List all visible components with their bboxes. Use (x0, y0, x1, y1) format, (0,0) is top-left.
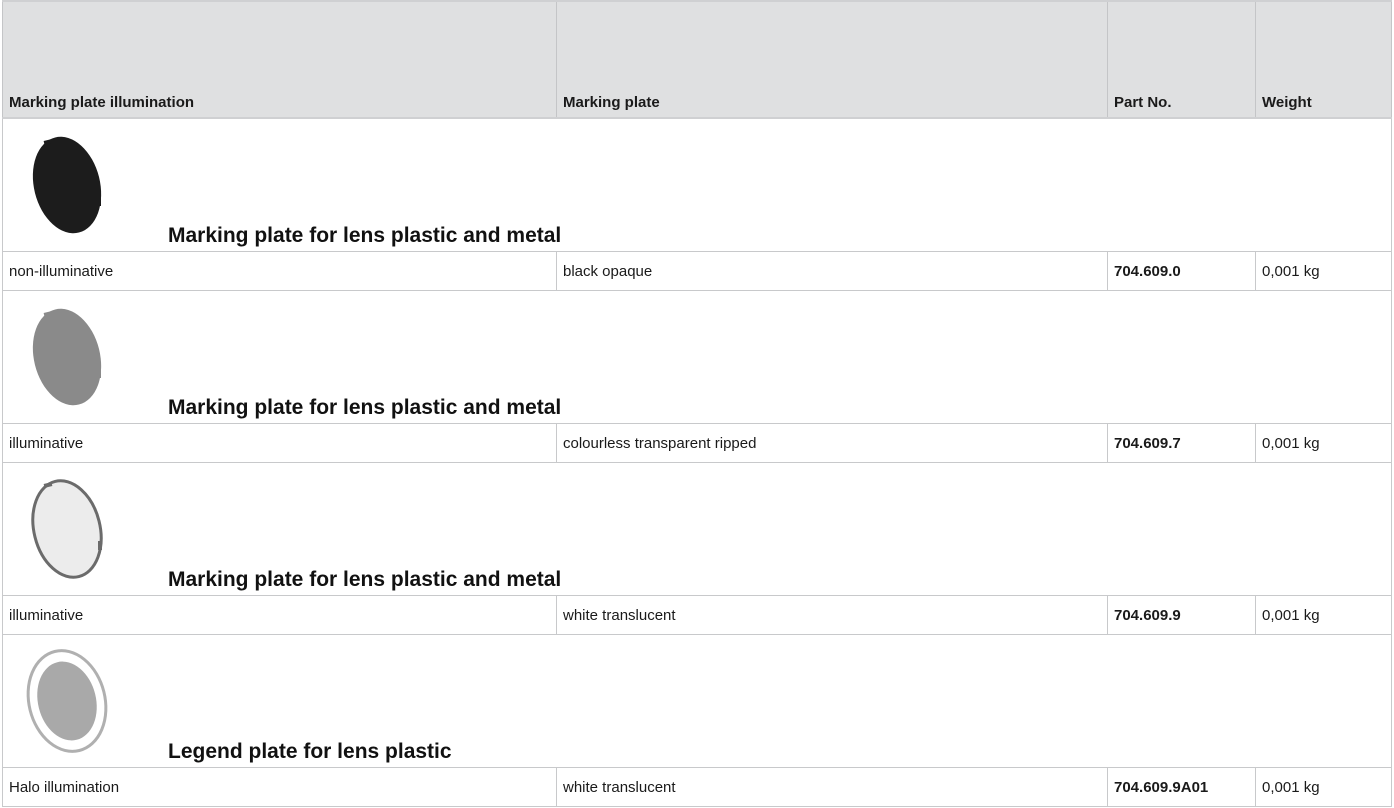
header-marking-plate: Marking plate (557, 2, 1108, 117)
table-row: Halo illumination white translucent 704.… (2, 768, 1392, 807)
cell-illumination: illuminative (2, 424, 557, 462)
cell-illumination: Halo illumination (2, 768, 557, 806)
cell-part-no: 704.609.0 (1108, 252, 1256, 290)
product-table: Marking plate illumination Marking plate… (2, 0, 1392, 807)
cell-marking-plate: colourless transparent ripped (557, 424, 1108, 462)
product-title: Marking plate for lens plastic and metal (168, 396, 562, 419)
halo-legend-plate-icon (26, 649, 108, 753)
grey-ripped-plate-icon (32, 308, 102, 406)
cell-weight: 0,001 kg (1256, 424, 1392, 462)
product-title: Marking plate for lens plastic and metal (168, 224, 562, 247)
table-row: illuminative white translucent 704.609.9… (2, 596, 1392, 635)
cell-part-no: 704.609.9A01 (1108, 768, 1256, 806)
product-section: Legend plate for lens plastic (2, 635, 1392, 768)
cell-part-no: 704.609.9 (1108, 596, 1256, 634)
product-section: Marking plate for lens plastic and metal (2, 291, 1392, 424)
product-section: Marking plate for lens plastic and metal (2, 463, 1392, 596)
product-title: Marking plate for lens plastic and metal (168, 568, 562, 591)
cell-weight: 0,001 kg (1256, 596, 1392, 634)
white-translucent-plate-icon (31, 479, 103, 579)
cell-illumination: non-illuminative (2, 252, 557, 290)
cell-marking-plate: black opaque (557, 252, 1108, 290)
table-row: non-illuminative black opaque 704.609.0 … (2, 252, 1392, 291)
cell-part-no: 704.609.7 (1108, 424, 1256, 462)
table-header: Marking plate illumination Marking plate… (2, 0, 1392, 119)
cell-marking-plate: white translucent (557, 596, 1108, 634)
header-weight: Weight (1256, 2, 1392, 117)
product-section: Marking plate for lens plastic and metal (2, 119, 1392, 252)
header-illumination: Marking plate illumination (2, 2, 557, 117)
cell-weight: 0,001 kg (1256, 252, 1392, 290)
product-title: Legend plate for lens plastic (168, 740, 452, 763)
cell-weight: 0,001 kg (1256, 768, 1392, 806)
cell-marking-plate: white translucent (557, 768, 1108, 806)
cell-illumination: illuminative (2, 596, 557, 634)
black-opaque-plate-icon (32, 136, 102, 234)
header-part-no: Part No. (1108, 2, 1256, 117)
table-row: illuminative colourless transparent ripp… (2, 424, 1392, 463)
